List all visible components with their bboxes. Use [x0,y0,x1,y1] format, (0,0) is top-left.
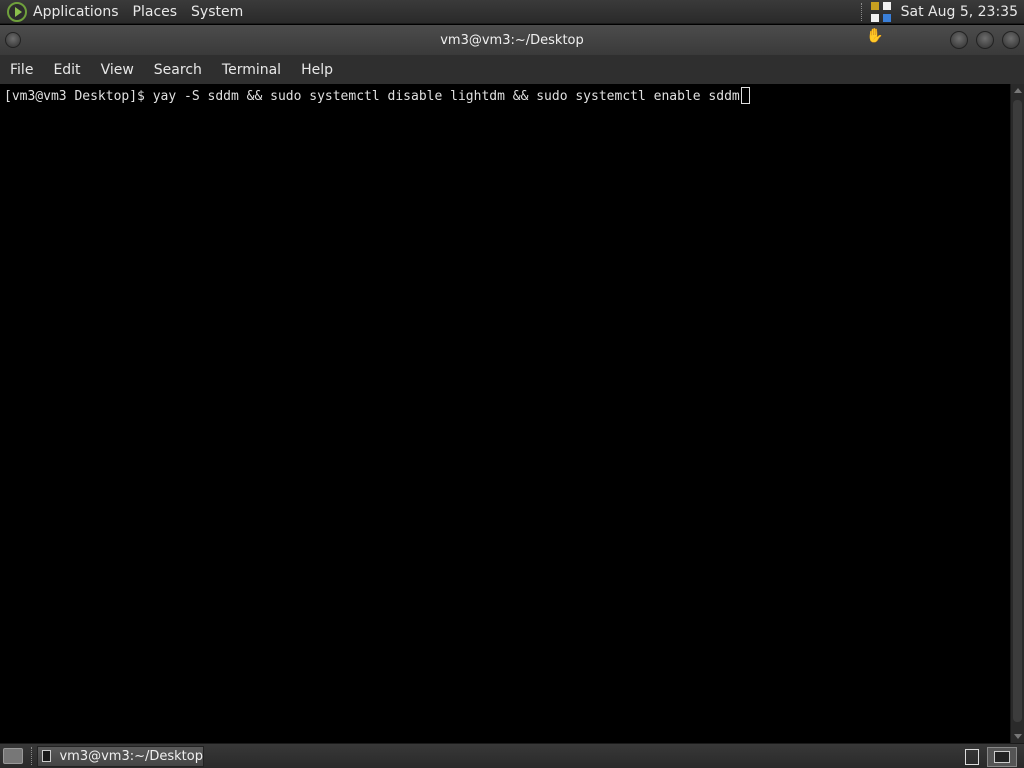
menubar: File Edit View Search Terminal Help [0,55,1024,84]
menu-applications[interactable]: Applications [33,4,119,20]
menu-help[interactable]: Help [291,62,343,78]
minimize-button[interactable] [950,31,968,49]
show-desktop-icon[interactable] [3,748,23,764]
command-line: [vm3@vm3 Desktop]$ yay -S sddm && sudo s… [4,87,750,104]
taskbar-window-button[interactable]: vm3@vm3:~/Desktop [37,745,204,767]
menu-system[interactable]: System [191,4,243,20]
terminal-icon [994,751,1010,763]
menu-places[interactable]: Places [133,4,178,20]
shell-prompt: [vm3@vm3 Desktop]$ [4,89,153,104]
menu-terminal[interactable]: Terminal [212,62,291,78]
top-panel-tray: Sat Aug 5, 23:35 [860,0,1024,24]
terminal-scrollbar[interactable] [1010,84,1024,743]
command-text: yay -S sddm && sudo systemctl disable li… [152,89,740,104]
workspace-2[interactable] [987,747,1017,767]
panel-separator [31,747,33,765]
menu-edit[interactable]: Edit [43,62,90,78]
menu-search[interactable]: Search [144,62,212,78]
menu-view[interactable]: View [91,62,144,78]
top-panel: Applications Places System Sat Aug 5, 23… [0,0,1024,24]
keyboard-layout-icon[interactable] [870,2,891,22]
scroll-down-arrow-icon[interactable] [1014,734,1022,739]
menu-file[interactable]: File [0,62,43,78]
scroll-thumb[interactable] [1013,100,1022,722]
hand-cursor-icon: ✋ [866,28,884,44]
terminal-area[interactable]: [vm3@vm3 Desktop]$ yay -S sddm && sudo s… [0,84,1010,743]
clock[interactable]: Sat Aug 5, 23:35 [901,4,1018,20]
workspace-1[interactable] [965,749,979,765]
bottom-panel: vm3@vm3:~/Desktop [0,743,1024,768]
maximize-button[interactable] [976,31,994,49]
panel-separator [860,3,863,21]
text-cursor [740,87,750,104]
terminal-icon [42,750,52,762]
scroll-up-arrow-icon[interactable] [1014,88,1022,93]
close-button[interactable] [1002,31,1020,49]
window-menu-button[interactable] [5,32,21,48]
mint-logo-icon[interactable] [7,1,27,22]
window-controls [942,31,1020,49]
window-title: vm3@vm3:~/Desktop [440,32,584,48]
taskbar-window-label: vm3@vm3:~/Desktop [59,748,203,764]
